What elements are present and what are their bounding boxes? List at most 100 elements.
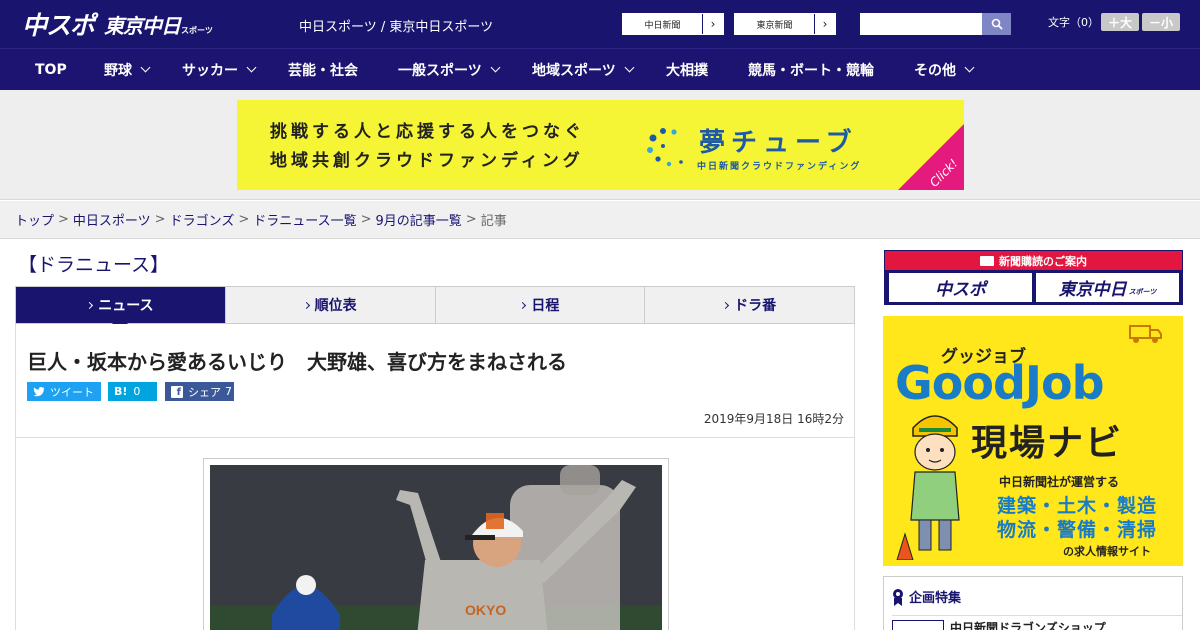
- breadcrumb-separator: >: [360, 212, 372, 227]
- chevron-right-icon: ›: [822, 17, 828, 31]
- worker-illustration-icon: [896, 415, 960, 560]
- chevron-right-icon: [722, 301, 730, 309]
- facebook-icon: f: [171, 385, 183, 398]
- goodjob-industries-2: 物流・警備・清掃: [997, 519, 1158, 541]
- global-nav: TOP 野球 サッカー 芸能・社会 一般スポーツ 地域スポーツ 大相撲 競馬・ボ…: [0, 48, 1200, 90]
- subscription-heading-label: 新聞購読のご案内: [999, 254, 1087, 268]
- breadcrumb-link-dra-news[interactable]: ドラニュース一覧: [253, 210, 356, 229]
- goodjob-tagline: の求人情報サイト: [1063, 545, 1151, 558]
- chevron-down-icon: [246, 62, 257, 73]
- tweet-button[interactable]: ツイート: [27, 382, 101, 401]
- banner-line-2: 地域共創クラウドファンディング: [270, 151, 584, 171]
- medal-icon: [893, 588, 903, 606]
- tab-label: ニュース: [98, 298, 154, 314]
- search-button[interactable]: [982, 13, 1011, 35]
- search-icon: [991, 18, 1003, 30]
- nav-item-other[interactable]: その他: [914, 49, 975, 91]
- facebook-share-button[interactable]: f シェア 7: [165, 382, 234, 401]
- tab-label: 日程: [531, 298, 560, 314]
- logo-chusupo: 中スポ: [22, 11, 95, 40]
- tab-news[interactable]: ニュース: [16, 287, 226, 331]
- site-header: 中スポ 東京中日 スポーツ 中日スポーツ / 東京中日スポーツ 中日新聞 › 東…: [0, 0, 1200, 48]
- chevron-down-icon: [490, 62, 501, 73]
- subscribe-tokyo-small-label: スポーツ: [1128, 287, 1157, 296]
- chunichi-shimbun-label: 中日新聞: [623, 14, 703, 34]
- nav-item-soccer[interactable]: サッカー: [182, 49, 257, 91]
- chevron-down-icon: [624, 62, 635, 73]
- goodjob-operator: 中日新聞社が運営する: [999, 475, 1120, 489]
- publish-date: 2019年9月18日 16時2分: [703, 412, 844, 426]
- nav-item-label: 競馬・ボート・競輪: [748, 63, 874, 79]
- newspaper-icon: [980, 255, 994, 266]
- breadcrumb-separator: >: [154, 212, 166, 227]
- nav-item-racing[interactable]: 競馬・ボート・競輪: [748, 49, 874, 91]
- twitter-bird-icon: [33, 386, 45, 396]
- photo-illustration: OKYO: [210, 465, 662, 630]
- nav-item-regional-sports[interactable]: 地域スポーツ: [532, 49, 635, 91]
- chevron-right-icon: [86, 301, 94, 309]
- tab-label: ドラ番: [734, 298, 777, 314]
- article-header: 巨人・坂本から愛あるいじり 大野雄、喜び方をまねされる ツイート B! 0 f …: [15, 324, 855, 438]
- site-logo[interactable]: 中スポ 東京中日 スポーツ: [22, 6, 213, 42]
- article-headline: 巨人・坂本から愛あるいじり 大野雄、喜び方をまねされる: [27, 350, 567, 374]
- special-features-heading: 企画特集: [892, 587, 961, 606]
- subscription-box: 新聞購読のご案内 中スポ 東京中日 スポーツ: [884, 250, 1183, 305]
- special-feature-label: 中日新聞ドラゴンズショップ: [950, 621, 1106, 630]
- nav-item-top[interactable]: TOP: [35, 49, 67, 91]
- breadcrumb-link-chunichi-sports[interactable]: 中日スポーツ: [73, 210, 151, 229]
- tab-label: 順位表: [314, 298, 357, 314]
- breadcrumb-current: 記事: [480, 214, 507, 229]
- nav-item-label: その他: [914, 63, 956, 79]
- breadcrumb-separator: >: [238, 212, 250, 227]
- font-size-larger-button[interactable]: ＋大: [1101, 13, 1139, 31]
- goodjob-industries-1: 建築・土木・製造: [997, 495, 1158, 517]
- chunichi-shimbun-link[interactable]: 中日新聞 ›: [622, 13, 724, 35]
- search-input[interactable]: [860, 13, 982, 35]
- nav-item-label: 地域スポーツ: [532, 63, 616, 79]
- article-photo[interactable]: OKYO: [210, 465, 662, 630]
- banner-line-1: 挑戦する人と応援する人をつなぐ: [270, 122, 585, 142]
- nav-item-label: 野球: [104, 63, 132, 79]
- special-feature-thumbnail: [892, 619, 944, 630]
- section-title: 【ドラニュース】: [18, 254, 170, 276]
- breadcrumb-link-top[interactable]: トップ: [15, 210, 54, 229]
- special-feature-item[interactable]: 中日新聞ドラゴンズショップ: [892, 615, 1182, 630]
- breadcrumb: トップ > 中日スポーツ > ドラゴンズ > ドラニュース一覧 > 9月の記事一…: [0, 201, 1200, 239]
- svg-text:OKYO: OKYO: [465, 602, 506, 618]
- nav-item-entertainment[interactable]: 芸能・社会: [288, 49, 358, 91]
- site-names: 中日スポーツ / 東京中日スポーツ: [299, 20, 494, 35]
- subscription-heading: 新聞購読のご案内: [885, 251, 1182, 270]
- tab-dora-ban[interactable]: ドラ番: [645, 287, 854, 323]
- tokyo-shimbun-link[interactable]: 東京新聞 ›: [734, 13, 836, 35]
- ad-band: 挑戦する人と応援する人をつなぐ 地域共創クラウドファンディング 夢チューブ 中日…: [0, 90, 1200, 200]
- font-size-label: 文字（0）: [1048, 16, 1099, 29]
- subscribe-tokyo-chunichi-button[interactable]: 東京中日 スポーツ: [1036, 273, 1179, 302]
- banner-copy: 挑戦する人と応援する人をつなぐ 地域共創クラウドファンディング: [270, 118, 585, 176]
- special-features-box: 企画特集 中日新聞ドラゴンズショップ: [883, 576, 1183, 630]
- breadcrumb-link-september[interactable]: 9月の記事一覧: [376, 210, 462, 229]
- banner-brand: 夢チューブ: [699, 128, 858, 158]
- crowdfunding-banner[interactable]: 挑戦する人と応援する人をつなぐ 地域共創クラウドファンディング 夢チューブ 中日…: [237, 100, 964, 190]
- facebook-share-count: 7: [225, 385, 232, 398]
- tab-schedule[interactable]: 日程: [436, 287, 646, 323]
- breadcrumb-link-dragons[interactable]: ドラゴンズ: [170, 210, 235, 229]
- nav-item-general-sports[interactable]: 一般スポーツ: [398, 49, 501, 91]
- breadcrumb-separator: >: [465, 212, 477, 227]
- truck-icon: [1129, 325, 1162, 343]
- logo-sports-small: スポーツ: [181, 25, 213, 35]
- nav-item-label: 芸能・社会: [288, 63, 358, 79]
- chevron-down-icon: [964, 62, 975, 73]
- facebook-share-label: シェア: [188, 385, 221, 399]
- nav-item-baseball[interactable]: 野球: [104, 49, 151, 91]
- goodjob-ad[interactable]: グッジョブ GoodJob 現場ナビ 中日新聞社が運営する 建築・土木・製造 物…: [883, 316, 1183, 566]
- tokyo-shimbun-label: 東京新聞: [735, 14, 815, 34]
- special-features-label: 企画特集: [909, 591, 962, 606]
- nav-item-sumo[interactable]: 大相撲: [666, 49, 708, 91]
- hatena-bookmark-count: 0: [133, 385, 141, 398]
- logo-tokyo-chunichi: 東京中日: [104, 13, 181, 38]
- tab-standings[interactable]: 順位表: [226, 287, 436, 323]
- subscribe-chusupo-button[interactable]: 中スポ: [889, 273, 1032, 302]
- article-body: OKYO: [15, 438, 855, 630]
- hatena-bookmark-button[interactable]: B! 0: [108, 382, 157, 401]
- font-size-smaller-button[interactable]: －小: [1142, 13, 1180, 31]
